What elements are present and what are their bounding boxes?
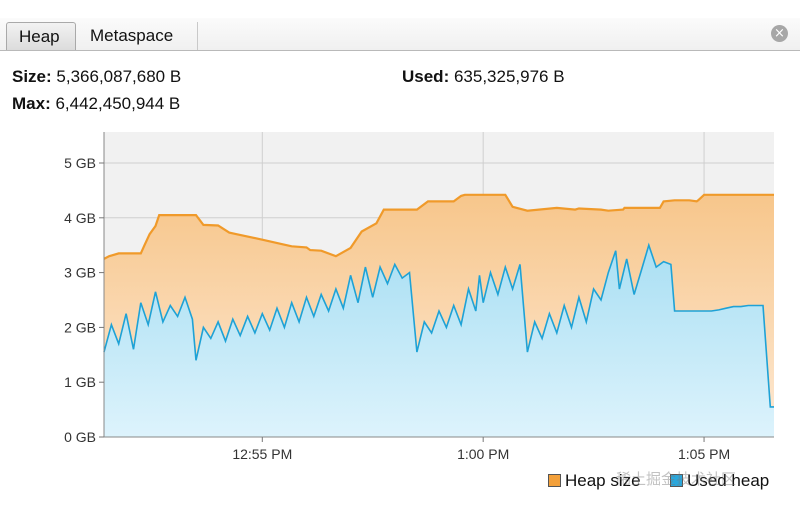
y-tick-label: 3 GB [64,265,96,281]
y-tick-label: 1 GB [64,374,96,390]
y-ticks: 0 GB 1 GB 2 GB 3 GB 4 GB 5 GB [64,155,104,445]
y-tick-label: 0 GB [64,429,96,445]
y-tick-label: 5 GB [64,155,96,171]
x-tick-label: 1:05 PM [678,446,730,462]
x-tick-label: 12:55 PM [232,446,292,462]
x-tick-label: 1:00 PM [457,446,509,462]
x-ticks: 12:55 PM 1:00 PM 1:05 PM [232,437,730,462]
legend-heap-swatch [548,474,561,487]
y-tick-label: 4 GB [64,210,96,226]
y-tick-label: 2 GB [64,319,96,335]
watermark: 稀土掘金技术社区 [616,470,737,488]
heap-chart: 0 GB 1 GB 2 GB 3 GB 4 GB 5 GB 12:55 PM 1:00 PM… [64,132,774,462]
